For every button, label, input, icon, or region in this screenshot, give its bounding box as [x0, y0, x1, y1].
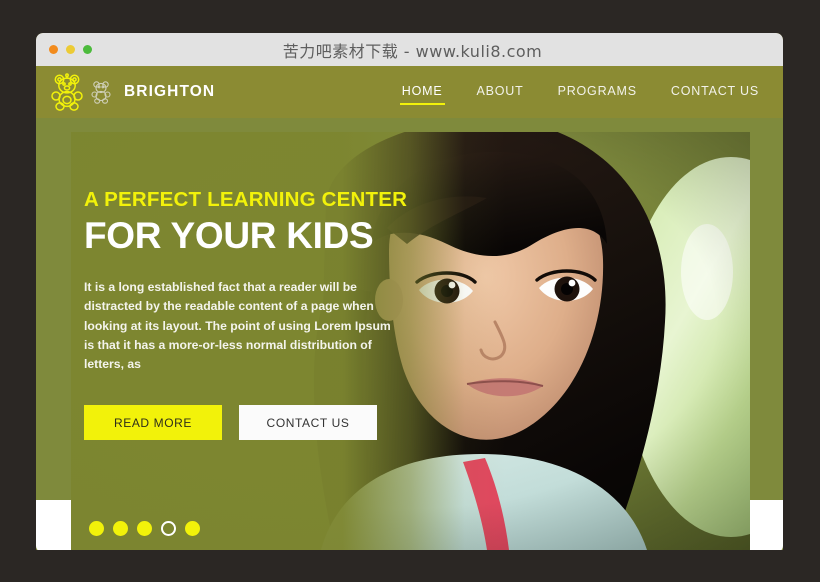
hero-carousel: A PERFECT LEARNING CENTER FOR YOUR KIDS …	[71, 132, 750, 550]
nav-item-about[interactable]: ABOUT	[477, 80, 524, 105]
minimize-window-button[interactable]	[66, 45, 75, 54]
main-navigation: HOME ABOUT PROGRAMS CONTACT US	[399, 80, 767, 105]
contact-us-button[interactable]: CONTACT US	[239, 405, 377, 441]
nav-item-contact-us[interactable]: CONTACT US	[671, 80, 759, 105]
bottom-left-white-block	[36, 500, 71, 550]
close-window-button[interactable]	[49, 45, 58, 54]
hero-eyebrow: A PERFECT LEARNING CENTER	[84, 188, 408, 211]
teddy-bear-small-icon	[90, 80, 111, 104]
bottom-right-white-block	[750, 500, 783, 550]
carousel-dot-5[interactable]	[185, 521, 200, 536]
carousel-dot-3[interactable]	[137, 521, 152, 536]
brand-logo[interactable]: BRIGHTON	[50, 73, 215, 111]
carousel-dot-2[interactable]	[113, 521, 128, 536]
carousel-dot-4[interactable]	[161, 521, 176, 536]
teddy-bear-icon	[50, 73, 84, 111]
carousel-dots	[89, 521, 200, 536]
hero-title: FOR YOUR KIDS	[84, 214, 374, 256]
read-more-button[interactable]: READ MORE	[84, 405, 222, 441]
hero-description: It is a long established fact that a rea…	[84, 279, 391, 372]
maximize-window-button[interactable]	[83, 45, 92, 54]
hero-content: A PERFECT LEARNING CENTER FOR YOUR KIDS …	[84, 188, 414, 441]
hero-buttons: READ MORE CONTACT US	[84, 405, 414, 441]
page-body: A PERFECT LEARNING CENTER FOR YOUR KIDS …	[36, 118, 783, 550]
window-traffic-lights	[49, 33, 92, 66]
nav-item-home[interactable]: HOME	[399, 80, 445, 105]
nav-item-programs[interactable]: PROGRAMS	[558, 80, 637, 105]
brand-name: BRIGHTON	[124, 83, 216, 100]
site-header: BRIGHTON HOME ABOUT PROGRAMS CONTACT US	[36, 66, 783, 118]
window-title: 苦力吧素材下载 - www.kuli8.com	[282, 41, 543, 61]
carousel-dot-1[interactable]	[89, 521, 104, 536]
browser-title-bar: 苦力吧素材下载 - www.kuli8.com	[36, 33, 783, 66]
browser-window: 苦力吧素材下载 - www.kuli8.com BRIGHTON HOME AB…	[36, 33, 783, 550]
